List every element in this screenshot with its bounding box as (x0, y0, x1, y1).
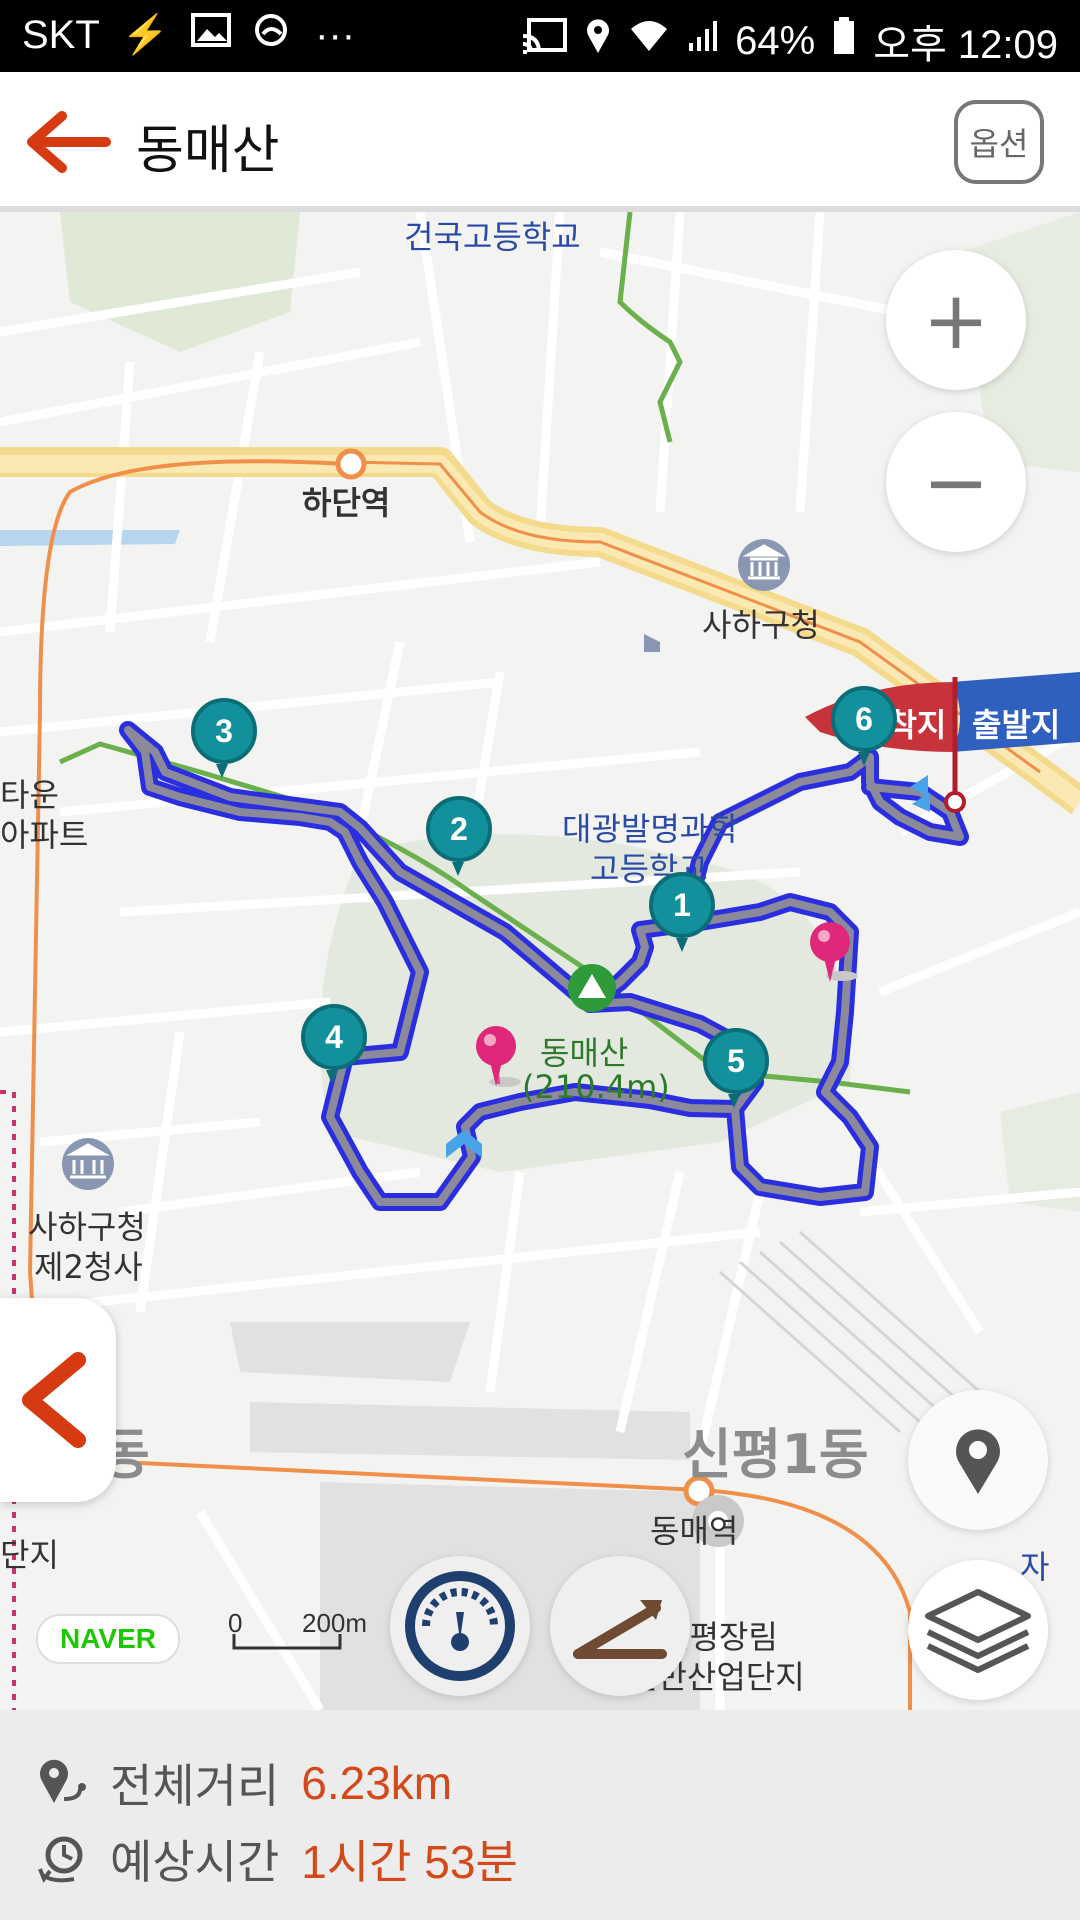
waypoint-3[interactable]: 3 (191, 698, 257, 764)
map-layers-button[interactable] (908, 1560, 1048, 1700)
zoom-out-button[interactable]: − (886, 412, 1026, 552)
label-saha-office: 사하구청 (702, 606, 820, 644)
weather-icon (253, 12, 293, 58)
distance-value: 6.23km (301, 1757, 453, 1809)
location-pin-icon (956, 1429, 1000, 1494)
battery-icon (833, 17, 855, 65)
waypoint-6[interactable]: 6 (831, 686, 897, 752)
chevron-left-icon (22, 1352, 86, 1448)
time-value: 1시간 53분 (301, 1836, 518, 1888)
elevation-button[interactable] (550, 1556, 690, 1696)
my-location-button[interactable] (908, 1390, 1048, 1530)
label-sinpyeong-district: 신평1동 (682, 1423, 869, 1486)
naver-logo: NAVER (36, 1614, 180, 1664)
battery-percent: 64% (735, 18, 816, 63)
label-dongmae-station: 동매역 (650, 1512, 739, 1550)
scale-zero: 0 (228, 1608, 243, 1638)
clock-icon (38, 1836, 83, 1884)
options-button[interactable]: 옵션 (954, 100, 1044, 184)
time-label: 예상시간 (110, 1835, 280, 1889)
carrier-label: SKT (22, 12, 100, 57)
label-school-top: 건국고등학교 (404, 218, 581, 256)
pace-button[interactable] (390, 1556, 530, 1696)
speedometer-icon (405, 1571, 515, 1681)
back-arrow-icon[interactable] (24, 110, 114, 174)
app-header: 동매산 옵션 (0, 72, 1080, 212)
label-left-fragment-2: 단지 (0, 1536, 59, 1574)
waypoint-1[interactable]: 1 (649, 872, 715, 938)
waypoint-4[interactable]: 4 (301, 1004, 367, 1070)
cast-icon (521, 18, 568, 64)
wifi-icon (629, 19, 669, 63)
route-pin-icon (40, 1759, 86, 1803)
clock: 오후 12:09 (873, 23, 1058, 67)
route-summary: 전체거리 6.23km 예상시간 1시간 53분 (0, 1710, 1080, 1920)
departure-flag[interactable]: 출발지 (972, 700, 1060, 746)
scale-distance: 200m (302, 1608, 368, 1638)
label-apartment-2: 아파트 (0, 816, 89, 854)
elevation-icon (573, 1600, 667, 1659)
status-bar: SKT ⚡ ··· 64% 오후 12:09 (0, 0, 1080, 72)
zoom-in-button[interactable]: + (886, 250, 1026, 390)
more-notifications-icon: ··· (315, 12, 356, 57)
gallery-icon (191, 13, 232, 57)
distance-label: 전체거리 (110, 1759, 280, 1813)
distance-row: 전체거리 6.23km (34, 1750, 452, 1816)
map-view[interactable]: 건국고등학교 하단역 사하구청 대광발명과학 고등학교 타운 아파트 사하구청 … (0, 212, 1080, 1710)
usb-debug-icon: ⚡ (121, 14, 170, 56)
page-title: 동매산 (136, 121, 280, 181)
label-hadan-station: 하단역 (302, 484, 391, 522)
signal-icon (687, 19, 718, 63)
layers-icon (925, 1589, 1031, 1673)
waypoint-2[interactable]: 2 (426, 796, 492, 862)
label-saha-office2-2: 제2청사 (34, 1248, 143, 1286)
waypoint-5[interactable]: 5 (703, 1028, 769, 1094)
time-row: 예상시간 1시간 53분 (34, 1826, 518, 1892)
location-icon (585, 17, 611, 65)
collapse-panel-button[interactable] (0, 1298, 116, 1502)
label-mountain-height: (210.4m) (522, 1068, 670, 1106)
